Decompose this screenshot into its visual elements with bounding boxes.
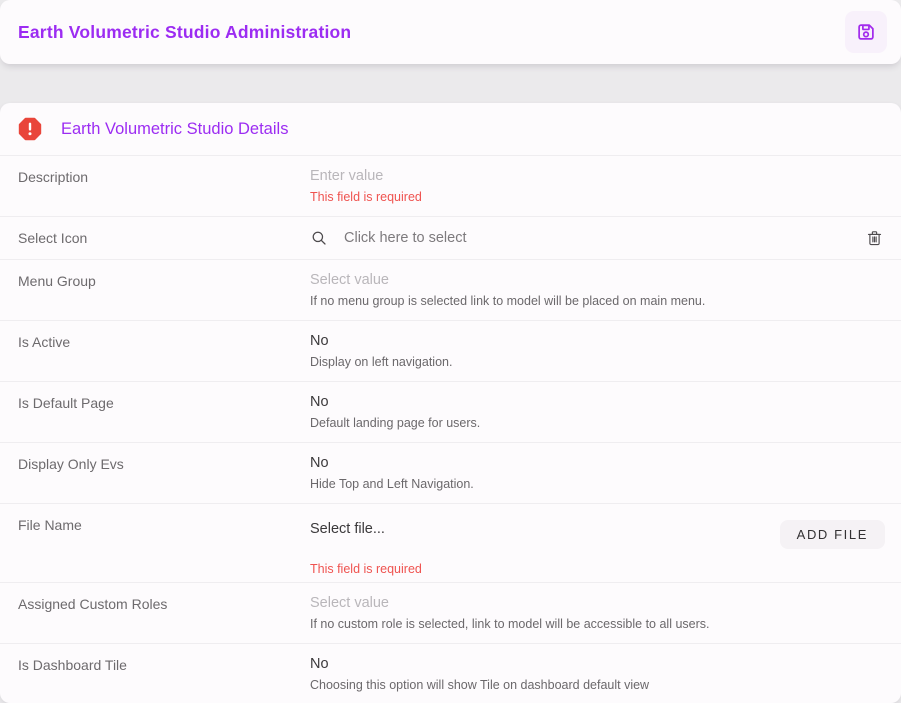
is-default-page-label: Is Default Page	[0, 382, 310, 442]
is-default-page-toggle[interactable]: No	[310, 394, 885, 410]
search-icon	[310, 229, 328, 247]
page-title: Earth Volumetric Studio Administration	[18, 22, 351, 43]
description-error: This field is required	[310, 190, 885, 204]
display-only-evs-helper: Hide Top and Left Navigation.	[310, 477, 885, 491]
trash-icon	[866, 229, 883, 247]
description-label: Description	[0, 156, 310, 216]
is-active-helper: Display on left navigation.	[310, 355, 885, 369]
save-icon	[855, 21, 877, 43]
display-only-evs-label: Display Only Evs	[0, 443, 310, 503]
file-name-label: File Name	[0, 504, 310, 582]
is-active-toggle[interactable]: No	[310, 333, 885, 349]
row-file-name: File Name Select file... This field is r…	[0, 503, 901, 582]
assigned-custom-roles-select[interactable]: Select value	[310, 595, 885, 611]
file-name-error: This field is required	[310, 562, 422, 576]
select-icon-label: Select Icon	[0, 217, 310, 259]
is-active-label: Is Active	[0, 321, 310, 381]
row-assigned-custom-roles: Assigned Custom Roles Select value If no…	[0, 582, 901, 643]
is-dashboard-tile-toggle[interactable]: No	[310, 656, 885, 672]
is-dashboard-tile-label: Is Dashboard Tile	[0, 644, 310, 703]
row-select-icon: Select Icon Click here to select	[0, 216, 901, 259]
row-is-default-page: Is Default Page No Default landing page …	[0, 381, 901, 442]
panel-title: Earth Volumetric Studio Details	[61, 120, 288, 139]
row-display-only-evs: Display Only Evs No Hide Top and Left Na…	[0, 442, 901, 503]
menu-group-label: Menu Group	[0, 260, 310, 320]
menu-group-helper: If no menu group is selected link to mod…	[310, 294, 885, 308]
details-panel: Earth Volumetric Studio Details Descript…	[0, 103, 901, 703]
app-header: Earth Volumetric Studio Administration	[0, 0, 901, 64]
is-dashboard-tile-helper: Choosing this option will show Tile on d…	[310, 678, 885, 692]
row-menu-group: Menu Group Select value If no menu group…	[0, 259, 901, 320]
icon-picker-text: Click here to select	[344, 230, 467, 246]
alert-octagon-icon	[18, 117, 42, 141]
row-is-active: Is Active No Display on left navigation.	[0, 320, 901, 381]
assigned-custom-roles-label: Assigned Custom Roles	[0, 583, 310, 643]
trash-button[interactable]	[864, 227, 885, 249]
assigned-custom-roles-helper: If no custom role is selected, link to m…	[310, 617, 885, 631]
row-is-dashboard-tile: Is Dashboard Tile No Choosing this optio…	[0, 643, 901, 703]
save-button[interactable]	[845, 11, 887, 53]
description-input[interactable]: Enter value	[310, 168, 885, 184]
add-file-button[interactable]: ADD FILE	[780, 520, 885, 549]
row-description: Description Enter value This field is re…	[0, 155, 901, 216]
icon-picker-field[interactable]: Click here to select	[310, 227, 901, 249]
file-select-text[interactable]: Select file...	[310, 521, 422, 537]
menu-group-select[interactable]: Select value	[310, 272, 885, 288]
details-panel-header: Earth Volumetric Studio Details	[0, 103, 901, 155]
is-default-page-helper: Default landing page for users.	[310, 416, 885, 430]
display-only-evs-toggle[interactable]: No	[310, 455, 885, 471]
